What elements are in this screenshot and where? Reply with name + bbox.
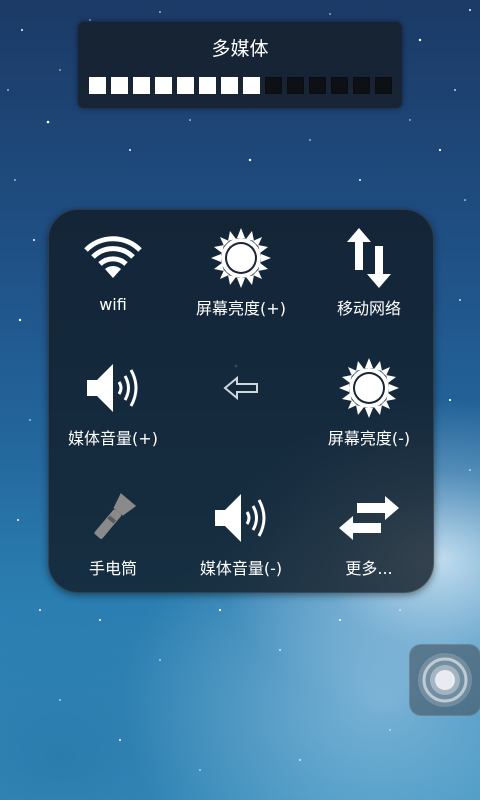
brightness-up-button[interactable]: 屏幕亮度(+): [177, 210, 305, 337]
volume-segment-empty: [265, 77, 282, 94]
volume-segment-filled: [177, 77, 194, 94]
volume-segment-empty: [375, 77, 392, 94]
brightness-up-icon: [211, 228, 271, 288]
volume-down-label: 媒体音量(-): [199, 559, 283, 578]
assistive-touch-icon: [418, 653, 472, 707]
volume-up-label: 媒体音量(+): [68, 429, 158, 448]
more-label: 更多...: [345, 559, 393, 578]
volume-toast: 多媒体: [78, 22, 402, 108]
assistive-touch-button[interactable]: [409, 644, 480, 716]
volume-segment-empty: [353, 77, 370, 94]
mobile-data-icon: [347, 228, 391, 288]
flashlight-label: 手电筒: [88, 559, 137, 578]
volume-segment-empty: [331, 77, 348, 94]
wifi-toggle-button[interactable]: wifi: [49, 210, 177, 337]
volume-segment-filled: [111, 77, 128, 94]
volume-segment-empty: [287, 77, 304, 94]
more-swap-icon: [339, 496, 399, 540]
flashlight-button[interactable]: 手电筒: [49, 470, 177, 597]
mobile-data-label: 移动网络: [336, 299, 401, 318]
brightness-down-label: 屏幕亮度(-): [327, 429, 411, 448]
volume-down-button[interactable]: 媒体音量(-): [177, 470, 305, 597]
volume-segment-filled: [243, 77, 260, 94]
volume-up-icon: [87, 364, 138, 412]
volume-down-icon: [215, 494, 266, 542]
flashlight-icon: [94, 493, 137, 539]
back-arrow-icon: [223, 375, 258, 401]
volume-segment-filled: [89, 77, 106, 94]
volume-segment-filled: [155, 77, 172, 94]
volume-segment-filled: [199, 77, 216, 94]
volume-segment-empty: [309, 77, 326, 94]
volume-up-button[interactable]: 媒体音量(+): [49, 340, 177, 467]
brightness-down-button[interactable]: 屏幕亮度(-): [305, 340, 433, 467]
volume-level-bar: [89, 77, 392, 94]
toast-title: 多媒体: [211, 38, 269, 60]
volume-segment-filled: [133, 77, 150, 94]
volume-segment-filled: [221, 77, 238, 94]
wifi-icon: [84, 236, 142, 278]
mobile-data-button[interactable]: 移动网络: [305, 210, 433, 337]
brightness-down-icon: [339, 358, 399, 418]
brightness-up-label: 屏幕亮度(+): [196, 299, 286, 318]
home-screen: 多媒体 wifi 屏幕亮度(+) 移动网络 媒体音量(+) 屏幕亮度(-) 手电…: [0, 0, 480, 800]
assistive-panel: wifi 屏幕亮度(+) 移动网络 媒体音量(+) 屏幕亮度(-) 手电筒 媒体…: [48, 209, 434, 593]
more-button[interactable]: 更多...: [305, 470, 433, 597]
wifi-label: wifi: [99, 295, 127, 314]
back-button[interactable]: [177, 340, 305, 467]
